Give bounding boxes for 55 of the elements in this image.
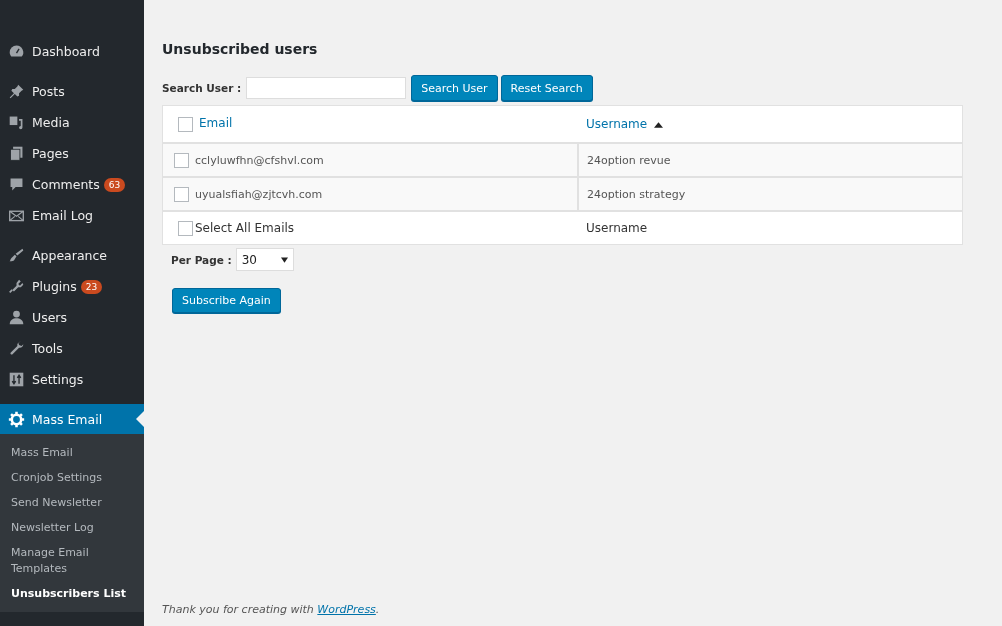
menu-item[interactable]: Appearance — [0, 240, 144, 271]
caret-icon — [280, 256, 288, 263]
per-page-label: Per Page : — [171, 253, 232, 266]
table-cell: 24option strategy — [587, 187, 686, 201]
menu-item[interactable]: Pages — [0, 138, 144, 169]
checkbox[interactable] — [178, 116, 193, 132]
submenu-item[interactable]: Manage Email Templates — [0, 541, 144, 582]
gauge-icon — [8, 43, 25, 60]
wrench-icon — [8, 340, 25, 357]
count-badge: 23 — [80, 279, 103, 294]
submenu-item[interactable]: Unsubscribers List — [0, 582, 144, 607]
table-cell: cclyluwfhn@cfshvl.com — [195, 153, 324, 166]
person-icon — [8, 309, 25, 326]
search-button[interactable]: Reset Search — [500, 75, 593, 101]
menu-item[interactable]: Mass Email — [0, 404, 144, 434]
column-header[interactable]: Email — [199, 116, 233, 131]
submenu-item[interactable]: Cronjob Settings — [0, 466, 144, 491]
pointer-icon — [136, 411, 144, 427]
checkbox[interactable] — [178, 220, 193, 236]
checkbox[interactable] — [174, 186, 189, 202]
plug-icon — [8, 278, 25, 295]
column-header[interactable]: Username — [586, 117, 648, 131]
table-cell: uyualsfiah@zjtcvh.com — [195, 187, 323, 200]
menu-item[interactable]: Comments 63 — [0, 169, 144, 200]
menu-item[interactable]: Settings — [0, 364, 144, 395]
submenu-item[interactable]: Mass Email — [0, 441, 144, 466]
subscribe-again-button[interactable]: Subscribe Again — [172, 288, 281, 313]
menu-item[interactable]: Dashboard — [0, 36, 144, 67]
page-title: Unsubscribed users — [162, 41, 319, 57]
pin-icon — [8, 83, 25, 100]
per-page-select[interactable]: 30 — [235, 248, 294, 271]
submenu-item[interactable]: Send Newsletter — [0, 491, 144, 516]
submenu-item[interactable]: Newsletter Log — [0, 516, 144, 541]
menu-item[interactable]: Users — [0, 302, 144, 333]
column-footer: Username — [586, 221, 648, 235]
search-label: Search User : — [162, 82, 242, 94]
settings-icon — [8, 371, 25, 388]
table-cell: 24option revue — [587, 153, 671, 167]
menu-item[interactable]: Media — [0, 107, 144, 138]
brush-icon — [8, 247, 25, 264]
pages-icon — [8, 145, 25, 162]
menu-item[interactable]: Email Log — [0, 200, 144, 231]
media-icon — [8, 114, 25, 131]
search-button[interactable]: Search User — [411, 75, 498, 101]
gear-icon — [8, 410, 25, 428]
select-all-label: Select All Emails — [195, 220, 295, 235]
menu-item[interactable]: Tools — [0, 333, 144, 364]
menu-item[interactable]: Posts — [0, 76, 144, 107]
checkbox[interactable] — [174, 152, 189, 168]
search-field[interactable] — [246, 77, 407, 99]
speech-bubble-icon — [8, 176, 25, 193]
count-badge: 63 — [103, 177, 126, 192]
menu-item[interactable]: Plugins 23 — [0, 271, 144, 302]
wordpress-link[interactable]: WordPress — [317, 603, 376, 616]
footer-text: Thank you for creating with WordPress. — [162, 603, 381, 616]
